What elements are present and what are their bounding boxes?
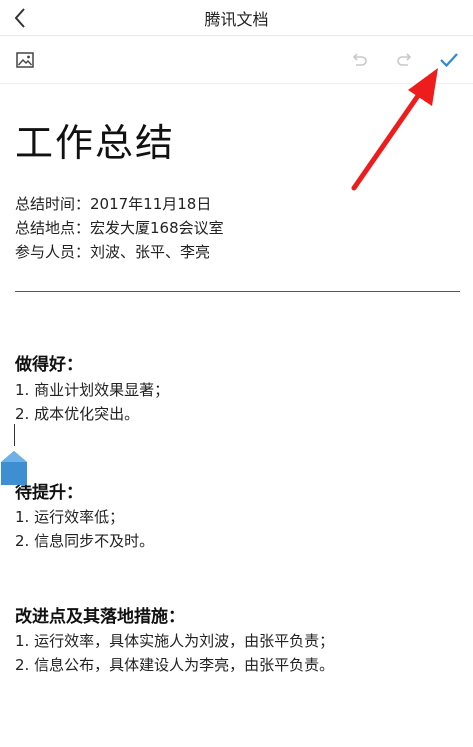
app-title: 腾讯文档 (204, 10, 269, 29)
list-item: 1. 运行效率低； (15, 508, 125, 526)
document-title: 工作总结 (15, 121, 176, 165)
title-bar: 腾讯文档 (0, 0, 473, 36)
text-cursor (14, 424, 15, 446)
insert-image-button[interactable] (13, 48, 37, 72)
list-item: 2. 信息公布，具体建设人为李亮，由张平负责。 (15, 656, 335, 674)
meta-time: 总结时间：2017年11月18日 (15, 195, 212, 213)
list-item: 2. 信息同步不及时。 (15, 532, 155, 550)
annotation-arrow-icon (351, 68, 438, 191)
section-heading: 做得好： (15, 355, 83, 375)
meta-participants: 参与人员：刘波、张平、李亮 (15, 243, 211, 261)
section-heading: 改进点及其落地措施： (15, 607, 185, 627)
image-icon (16, 52, 34, 68)
cursor-handle-icon[interactable] (0, 450, 28, 486)
list-item: 1. 商业计划效果显著； (15, 381, 170, 399)
list-item: 1. 运行效率，具体实施人为刘波，由张平负责； (15, 632, 335, 650)
list-item: 2. 成本优化突出。 (15, 405, 140, 423)
horizontal-divider (15, 291, 460, 292)
meta-location: 总结地点：宏发大厦168会议室 (15, 219, 224, 237)
